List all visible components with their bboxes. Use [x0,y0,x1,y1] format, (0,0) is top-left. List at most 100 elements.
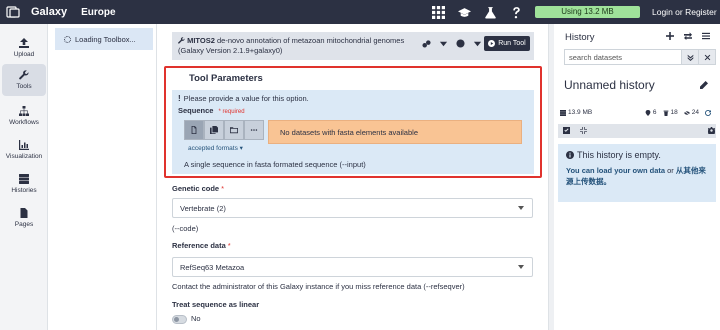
activity-workflows[interactable]: Workflows [2,100,46,132]
genetic-code-select[interactable]: Vertebrate (2) [172,198,533,218]
ellipsis-icon [250,129,258,131]
activity-label: Visualization [5,153,43,160]
compress-icon[interactable] [580,127,587,134]
wrench-icon [178,37,185,44]
sequence-label: Sequence * required [178,106,528,115]
brand[interactable]: Galaxy [6,5,67,19]
single-dataset-button[interactable] [184,120,204,140]
history-name: Unnamed history [564,78,655,92]
masthead: Galaxy Europe Using 13.2 MB Login or Reg… [0,0,720,24]
toggle-knob [174,317,179,322]
loading-text: Loading Toolbox... [75,34,136,44]
activity-label: Histories [11,187,37,194]
activity-bar: Upload Tools Workflows Visualization His… [0,24,48,330]
reference-data-label-text: Reference data [172,241,226,250]
sequence-param: ! Please provide a value for this option… [172,90,534,174]
nav-icons [432,0,523,24]
tool-parameters-section: Tool Parameters ! Please provide a value… [164,66,542,178]
tool-actions [422,39,482,48]
deleted-count-value: 18 [670,109,678,116]
history-toolbar [558,124,716,138]
chevron-down-icon [518,265,524,269]
required-text: required [222,109,245,115]
no-datasets-alert: No datasets with fasta elements availabl… [268,120,522,144]
accepted-formats-label: accepted formats [188,145,238,152]
activity-label: Pages [14,221,34,228]
history-size[interactable]: 13.9 MB [560,109,592,116]
sequence-help: A single sequence in fasta formated sequ… [184,160,366,169]
history-empty-text: You can load your own data or 从其他来源上传数据。 [566,165,708,187]
reference-data-help: Contact the administrator of this Galaxy… [172,282,465,291]
advanced-search-button[interactable] [681,50,698,64]
clear-search-button[interactable] [698,50,715,64]
close-icon [704,54,710,60]
galaxy-logo-icon [6,6,20,18]
login-register-link[interactable]: Login or Register [652,0,717,24]
wrench-icon [19,70,29,80]
graduation-cap-icon[interactable] [458,6,471,19]
activity-tools[interactable]: Tools [2,64,46,96]
dataset-collection-button[interactable] [224,120,244,140]
double-chevron-down-icon [687,54,693,61]
options-icon[interactable] [456,39,465,48]
menu-icon[interactable] [702,32,710,40]
or-text: or [667,166,674,175]
history-search-input[interactable]: search datasets [564,49,716,65]
switch-icon[interactable] [684,32,692,40]
activity-label: Upload [13,51,35,58]
database-icon [19,174,29,184]
trash-icon [663,110,668,116]
activity-label: Tools [16,83,32,90]
shown-count[interactable]: 6 [645,109,657,116]
accepted-formats-toggle[interactable]: accepted formats ▾ [188,144,243,152]
edit-history-button[interactable] [700,81,708,91]
required-star: * [221,184,225,193]
multiple-datasets-button[interactable] [204,120,224,140]
chevron-down-icon[interactable] [473,39,482,48]
reference-data-value: RefSeq63 Metazoa [180,262,245,272]
history-empty-alert: This history is empty. You can load your… [558,144,716,202]
validation-warning: ! Please provide a value for this option… [178,94,528,103]
grid-icon[interactable] [432,5,445,19]
genetic-code-label-text: Genetic code [172,184,220,193]
genetic-code-help: (--code) [172,224,199,233]
tool-header: MITOS2 de-novo annotation of metazoan mi… [172,32,534,60]
reference-data-label: Reference data * [172,241,231,250]
run-tool-label: Run Tool [498,40,526,47]
history-header-icons [666,32,710,40]
tool-panel: Loading Toolbox... [49,24,157,330]
flask-icon[interactable] [484,6,497,19]
exclamation-icon: ! [178,94,181,103]
question-icon[interactable] [510,6,523,19]
dataset-source-selector [184,120,264,140]
deleted-count[interactable]: 18 [663,109,678,116]
genetic-code-value: Vertebrate (2) [180,203,226,213]
activity-pages[interactable]: Pages [2,202,46,234]
activity-label: Workflows [9,119,39,126]
versions-icon[interactable] [422,39,431,48]
activity-visualization[interactable]: Visualization [2,134,46,166]
linear-toggle[interactable] [172,315,187,324]
storage-usage-bar[interactable]: Using 13.2 MB [535,6,640,18]
tool-name: MITOS2 [187,36,215,45]
plus-icon[interactable] [666,32,674,40]
file-icon [191,126,197,134]
linear-value: No [191,314,201,323]
history-panel-title: History [565,32,595,43]
select-all-icon[interactable] [563,127,570,134]
center-scrollbar[interactable] [548,24,554,330]
database-icon [560,109,566,116]
shown-count-value: 6 [652,109,657,116]
file-icon [20,208,28,218]
refresh-icon[interactable] [705,109,711,116]
hidden-count[interactable]: 24 [683,109,699,116]
activity-upload[interactable]: Upload [2,32,46,64]
load-data-link[interactable]: You can load your own data [566,166,665,175]
run-tool-button[interactable]: Run Tool [484,36,530,51]
reference-data-select[interactable]: RefSeq63 Metazoa [172,257,533,277]
gear-icon[interactable] [708,127,715,134]
more-options-button[interactable] [244,120,264,140]
history-empty-heading: This history is empty. [566,150,708,160]
activity-histories[interactable]: Histories [2,168,46,200]
chevron-down-icon[interactable] [439,39,448,48]
